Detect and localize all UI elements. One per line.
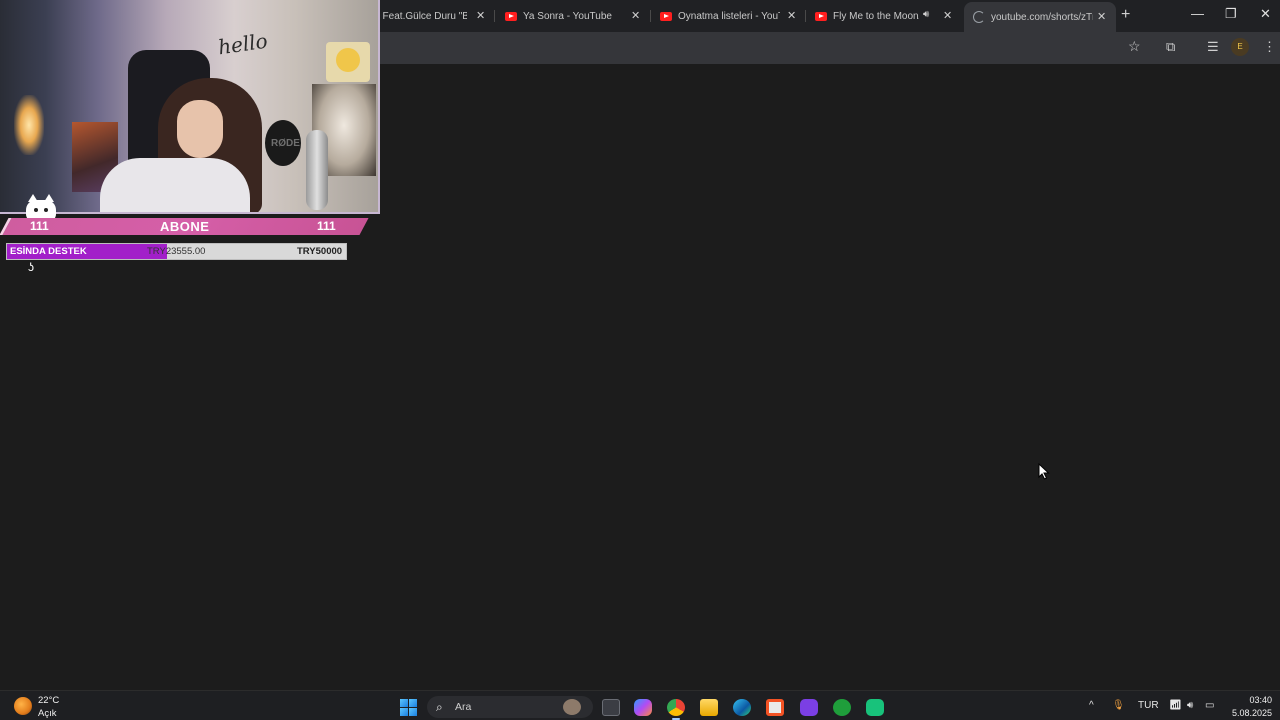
tab-separator	[494, 10, 495, 22]
bookmark-star-icon[interactable]: ☆	[1128, 38, 1141, 55]
tab-fly-me-to-the-moon[interactable]: Fly Me to the Moon/ 🔊︎ ✕	[815, 4, 957, 28]
media-controls-icon[interactable]: ☰	[1207, 39, 1219, 55]
subscriber-label: ABONE	[160, 219, 210, 234]
microphone-icon[interactable]: 🎙︎	[1112, 700, 1125, 711]
cat-eye	[44, 208, 48, 212]
mic-brand: RØDE	[271, 138, 300, 149]
weather-condition[interactable]: Açık	[38, 708, 56, 719]
hook-glyph: ʖ	[28, 260, 34, 274]
tab-close-icon[interactable]: ✕	[1097, 10, 1106, 23]
folder-icon[interactable]	[700, 699, 718, 716]
app-green-icon[interactable]	[866, 699, 884, 716]
cat-eye	[34, 208, 38, 212]
tab-bu[interactable]: pi Feat.Gülce Duru "BU ✕	[372, 4, 490, 28]
streamer-body	[100, 158, 250, 212]
mouse-cursor-icon	[1038, 463, 1050, 480]
subscriber-count-left: 111	[30, 219, 49, 233]
new-tab-button[interactable]: +	[1121, 6, 1130, 24]
lamp	[14, 95, 44, 155]
tray-chevron-icon[interactable]: ^	[1089, 700, 1094, 711]
start-button[interactable]	[400, 699, 417, 716]
tab-ya-sonra[interactable]: Ya Sonra - YouTube ✕	[505, 4, 645, 28]
weather-icon[interactable]	[14, 697, 32, 715]
copilot-icon[interactable]	[634, 699, 652, 716]
tab-title: Fly Me to the Moon/	[833, 10, 919, 22]
streamer-face	[177, 100, 223, 158]
search-icon: ⌕	[436, 700, 443, 714]
tab-close-icon[interactable]: ✕	[943, 9, 952, 22]
youtube-icon	[660, 11, 672, 21]
subscriber-count-right: 111	[317, 219, 336, 233]
task-view-icon[interactable]	[602, 699, 620, 716]
edge-icon[interactable]	[733, 699, 751, 716]
tab-separator	[805, 10, 806, 22]
app-purple-icon[interactable]	[800, 699, 818, 716]
loading-icon	[973, 11, 985, 23]
tab-separator	[650, 10, 651, 22]
weather-temperature[interactable]: 22°C	[38, 695, 59, 706]
minimize-button[interactable]: —	[1191, 6, 1204, 21]
volume-icon[interactable]: 🔊︎	[1187, 700, 1193, 711]
profile-avatar[interactable]: E	[1231, 38, 1249, 56]
donation-goal-current: TRY23555.00	[147, 246, 206, 257]
battery-icon[interactable]: ▭	[1205, 700, 1214, 711]
xbox-icon[interactable]	[833, 699, 851, 716]
clock-date[interactable]: 5.08.2025	[1226, 708, 1272, 718]
tab-title: Oynatma listeleri - YouTub	[678, 10, 780, 22]
tab-close-icon[interactable]: ✕	[476, 9, 485, 22]
hello-sign: hello	[216, 28, 269, 60]
youtube-icon	[505, 11, 517, 21]
donation-goal-label: ESİNDA DESTEK	[10, 246, 87, 257]
tab-title: Ya Sonra - YouTube	[523, 10, 612, 22]
taskbar-search[interactable]: ⌕ Ara	[427, 696, 593, 718]
speaker-icon[interactable]: 🔊︎	[923, 9, 929, 20]
extensions-icon[interactable]: ⧉	[1166, 39, 1175, 55]
search-highlight-icon	[563, 699, 581, 715]
address-bar[interactable]	[380, 36, 1150, 60]
tab-title: pi Feat.Gülce Duru "BU	[372, 10, 467, 22]
clock-time[interactable]: 03:40	[1238, 695, 1272, 705]
store-icon[interactable]	[766, 699, 784, 716]
tab-title: youtube.com/shorts/zTm	[991, 11, 1093, 23]
search-placeholder: Ara	[455, 701, 472, 713]
chrome-icon[interactable]	[667, 699, 685, 716]
tab-close-icon[interactable]: ✕	[631, 9, 640, 22]
tab-youtube-shorts[interactable]: youtube.com/shorts/zTm ✕	[964, 2, 1116, 32]
windows-taskbar: 22°C Açık ⌕ Ara ^ 🎙︎ TUR 📶︎ 🔊︎ ▭ 03:40 5…	[0, 690, 1280, 720]
youtube-icon	[815, 11, 827, 21]
close-window-button[interactable]: ✕	[1260, 6, 1271, 22]
donation-goal-target: TRY50000	[297, 246, 343, 257]
tab-oynatma-listeleri[interactable]: Oynatma listeleri - YouTub ✕	[660, 4, 800, 28]
language-indicator[interactable]: TUR	[1138, 700, 1159, 711]
browser-menu-icon[interactable]: ⋮	[1263, 39, 1276, 55]
condenser-mic	[306, 130, 328, 210]
maximize-button[interactable]: ❐	[1225, 6, 1237, 22]
wifi-icon[interactable]: 📶︎	[1169, 700, 1182, 711]
tab-close-icon[interactable]: ✕	[787, 9, 796, 22]
webcam-overlay: RØDE hello	[0, 0, 380, 214]
duck-sticker	[336, 48, 360, 72]
